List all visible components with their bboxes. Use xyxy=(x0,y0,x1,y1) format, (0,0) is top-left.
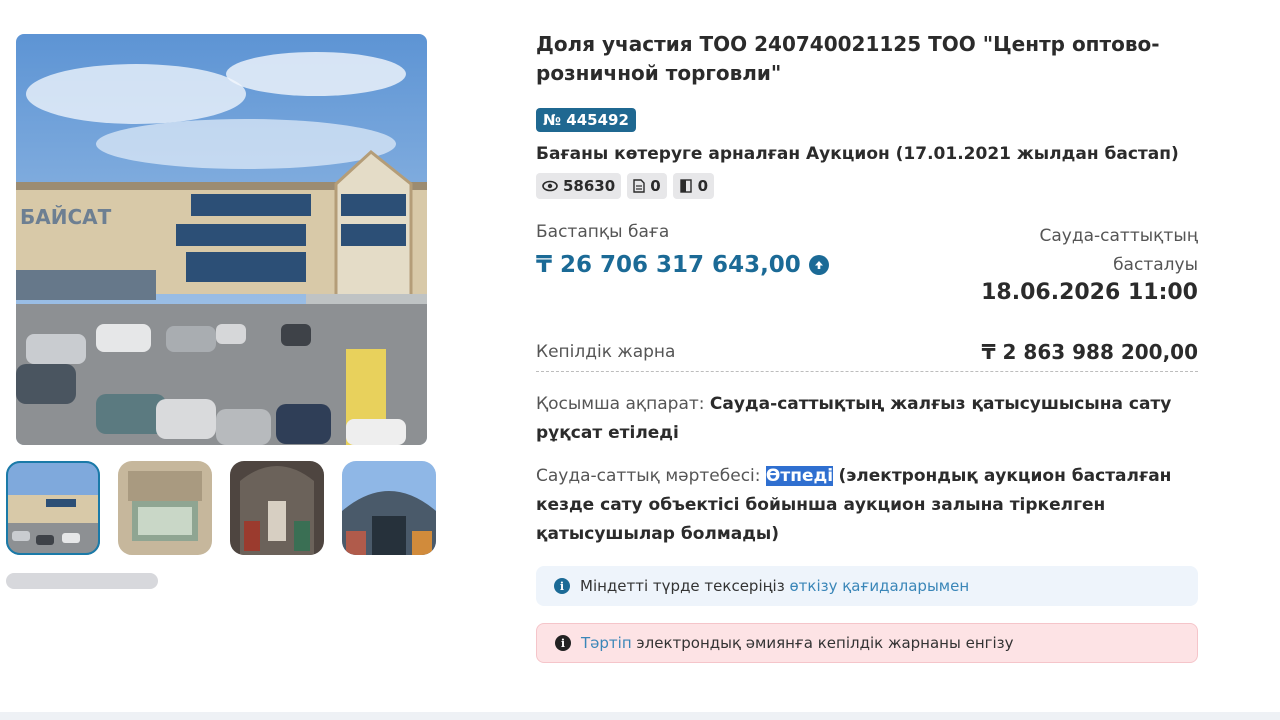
price-block: Бастапқы баға ₸ 26 706 317 643,00 Сауда-… xyxy=(536,222,1198,312)
status-label: Сауда-саттық мәртебесі: xyxy=(536,466,761,486)
auction-type: Бағаны көтеруге арналған Аукцион (17.01.… xyxy=(536,144,1179,164)
start-price-label: Бастапқы баға xyxy=(536,222,670,242)
start-price: ₸ 26 706 317 643,00 xyxy=(536,252,829,278)
lot-details: Доля участия ТОО 240740021125 ТОО "Центр… xyxy=(536,30,1266,199)
thumbnail-scrollbar[interactable] xyxy=(6,573,158,589)
start-price-value: ₸ 26 706 317 643,00 xyxy=(536,252,801,278)
thumbnail-2[interactable] xyxy=(118,461,212,555)
auction-start-label: Сауда-саттықтың басталуы xyxy=(1039,226,1198,275)
deposit-notice-text: электрондық әмиянға кепілдік жарнаны енг… xyxy=(636,634,1014,652)
rules-link[interactable]: өткізу қағидаларымен xyxy=(789,577,969,595)
building-sign: БАЙСАТ xyxy=(20,205,112,229)
documents-stat: 0 xyxy=(627,173,667,199)
thumbnail-3[interactable] xyxy=(230,461,324,555)
rules-notice: i Міндетті түрде тексеріңіз өткізу қағид… xyxy=(536,566,1198,606)
door-icon xyxy=(679,179,692,193)
deposit-row: Кепілдік жарна ₸ 2 863 988 200,00 xyxy=(536,340,1198,372)
procedure-link[interactable]: Тәртіп xyxy=(581,634,632,652)
alert-icon: i xyxy=(555,635,571,651)
lot-title: Доля участия ТОО 240740021125 ТОО "Центр… xyxy=(536,32,1160,85)
extra-info-label: Қосымша ақпарат: xyxy=(536,394,705,414)
thumbnail-strip xyxy=(6,461,436,555)
lot-stats: 58630 0 0 xyxy=(536,173,1266,199)
documents-count: 0 xyxy=(650,177,661,195)
extra-info: Қосымша ақпарат: Сауда-саттықтың жалғыз … xyxy=(536,390,1198,448)
status-value: Өтпеді xyxy=(765,466,834,486)
views-count: 58630 xyxy=(563,177,616,195)
auction-start-date: 18.06.2026 11:00 xyxy=(981,280,1198,305)
arrow-up-icon[interactable] xyxy=(808,255,829,275)
deposit-value: ₸ 2 863 988 200,00 xyxy=(981,340,1198,364)
document-icon xyxy=(633,179,645,193)
info-icon: i xyxy=(554,578,570,594)
auction-status: Сауда-саттық мәртебесі: Өтпеді (электрон… xyxy=(536,462,1198,549)
thumbnail-1[interactable] xyxy=(6,461,100,555)
bids-count: 0 xyxy=(697,177,709,195)
bids-stat: 0 xyxy=(672,173,715,199)
eye-icon xyxy=(542,180,558,192)
rules-notice-text: Міндетті түрде тексеріңіз xyxy=(580,577,785,595)
views-stat: 58630 xyxy=(536,173,622,199)
thumbnail-4[interactable] xyxy=(342,461,436,555)
lot-number-badge: № 445492 xyxy=(536,108,636,132)
deposit-notice: i Тәртіп электрондық әмиянға кепілдік жа… xyxy=(536,623,1198,663)
building-photo: БАЙСАТ xyxy=(16,34,427,445)
main-photo[interactable]: БАЙСАТ xyxy=(16,34,427,445)
deposit-label: Кепілдік жарна xyxy=(536,342,676,362)
page-bottom-strip xyxy=(0,712,1280,720)
